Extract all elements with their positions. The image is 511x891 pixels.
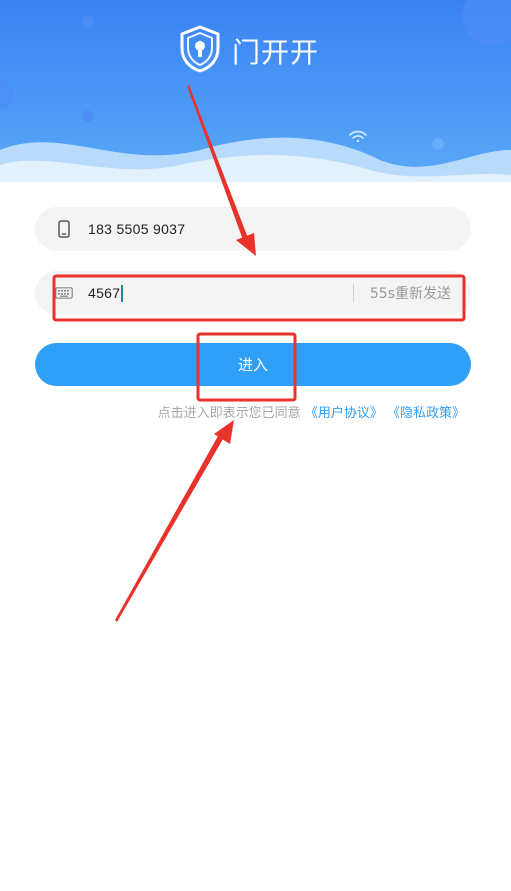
verification-code-input[interactable]: 4567 55s重新发送 — [35, 271, 471, 315]
agreement-prefix: 点击进入即表示您已同意 — [157, 406, 301, 421]
enter-button[interactable]: 进入 — [35, 343, 471, 386]
resend-code-button[interactable]: 55s重新发送 — [370, 283, 451, 303]
annotation-arrow-up — [115, 420, 234, 622]
app-logo: 门开开 — [178, 24, 320, 78]
app-title: 门开开 — [232, 36, 320, 69]
phone-input[interactable]: 183 5505 9037 — [35, 207, 471, 251]
code-value-wrap: 4567 — [88, 284, 353, 302]
phone-icon — [54, 219, 74, 239]
code-value: 4567 — [88, 285, 121, 301]
text-caret — [121, 284, 124, 302]
shield-lock-icon — [178, 24, 222, 78]
keyboard-icon — [54, 283, 74, 303]
user-agreement-link[interactable]: 《用户协议》 — [305, 406, 383, 421]
privacy-policy-link[interactable]: 《隐私政策》 — [387, 406, 465, 421]
phone-number-value: 183 5505 9037 — [88, 221, 186, 237]
field-divider — [352, 284, 354, 302]
agreement-text: 点击进入即表示您已同意 《用户协议》 《隐私政策》 — [158, 402, 465, 421]
